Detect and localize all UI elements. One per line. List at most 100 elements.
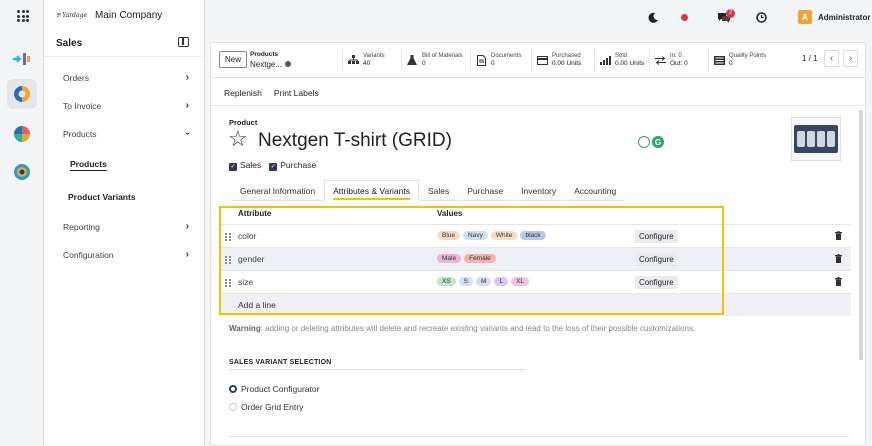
breadcrumb-parent[interactable]: Products	[250, 51, 278, 58]
chat-icon[interactable]: 2	[717, 9, 735, 25]
app-discuss-icon[interactable]	[7, 44, 37, 74]
print-labels-button[interactable]: Print Labels	[274, 88, 319, 98]
attribute-name[interactable]: color	[238, 231, 256, 241]
action-bar: Replenish Print Labels	[224, 88, 319, 98]
clock-icon[interactable]	[756, 12, 767, 23]
sidebar-toggle-icon[interactable]	[178, 37, 189, 47]
menu-item-label: Orders	[63, 72, 89, 83]
chevron-right-icon: ›	[185, 72, 189, 83]
company-switcher[interactable]: 𝔅 Yardage Main Company	[56, 10, 162, 21]
flask-icon	[406, 55, 418, 65]
divider	[211, 105, 867, 106]
pager-value[interactable]: 1 / 1	[802, 54, 818, 63]
trash-icon[interactable]	[835, 277, 842, 286]
divider	[229, 436, 849, 437]
menu-item-to-invoice[interactable]: To Invoice ›	[63, 100, 189, 111]
menu-item-reporting[interactable]: Reporting ›	[63, 221, 189, 232]
app-sales-icon[interactable]	[7, 79, 37, 109]
value-tags[interactable]: Male Female	[437, 254, 496, 263]
configure-button[interactable]: Configure	[635, 230, 678, 243]
menu-item-orders[interactable]: Orders ›	[63, 72, 189, 83]
bar-chart-icon	[599, 55, 611, 65]
tab-attributes-variants[interactable]: Attributes & Variants	[324, 180, 419, 201]
tab-sales[interactable]: Sales	[418, 180, 459, 201]
stat-button-documents[interactable]: Documents 0	[470, 49, 530, 71]
section-title: SALES VARIANT SELECTION	[229, 359, 332, 366]
drag-handle-icon[interactable]	[225, 233, 231, 241]
attribute-name[interactable]: size	[238, 277, 253, 287]
new-button[interactable]: New	[219, 51, 248, 68]
stat-value: 40	[363, 60, 371, 67]
stat-button-in-out[interactable]: In: 0 Out: 0	[649, 49, 707, 71]
radio-order-grid-entry[interactable]: Order Grid Entry	[229, 402, 303, 412]
drag-handle-icon[interactable]	[225, 256, 231, 264]
tab-purchase[interactable]: Purchase	[458, 180, 513, 201]
radio-label: Product Configurator	[241, 384, 320, 394]
column-header-attribute[interactable]: Attribute	[238, 209, 271, 218]
chevron-right-icon: ›	[185, 249, 189, 260]
menu-item-configuration[interactable]: Configuration ›	[63, 249, 189, 260]
dark-mode-moon-icon[interactable]	[648, 12, 659, 23]
apps-grid-icon[interactable]	[17, 10, 29, 22]
stat-button-variants[interactable]: Variants 40	[342, 49, 400, 71]
stat-button-bom[interactable]: Bill of Materials 0	[401, 49, 469, 71]
table-row[interactable]: gender Male Female Configure	[219, 247, 851, 270]
value-tag: White	[490, 231, 518, 240]
menu-item-label: Reporting	[63, 221, 100, 232]
grammar-check-icon[interactable]: G	[652, 136, 664, 148]
pager-previous-button[interactable]: ‹	[824, 50, 839, 67]
app-inventory-icon[interactable]	[7, 119, 37, 149]
radio-product-configurator[interactable]: Product Configurator	[229, 384, 319, 394]
divider	[211, 77, 867, 78]
app-settings-icon[interactable]	[7, 157, 37, 187]
table-row[interactable]: size XS S M L XL Configure	[219, 270, 851, 293]
favorite-star-icon[interactable]: ☆	[228, 126, 248, 152]
menu-section-title: Sales	[56, 38, 83, 49]
value-tags[interactable]: Blue Navy White black	[437, 231, 546, 240]
list-icon	[713, 55, 725, 65]
replenish-button[interactable]: Replenish	[224, 88, 262, 98]
configure-button[interactable]: Configure	[635, 276, 678, 289]
tab-accounting[interactable]: Accounting	[565, 180, 626, 201]
radio-unselected-icon	[229, 403, 237, 411]
document-icon	[475, 54, 487, 66]
trash-icon[interactable]	[835, 254, 842, 263]
purchase-checkbox[interactable]: ✓ Purchase	[269, 160, 316, 171]
app-rail	[0, 0, 44, 446]
product-name-field[interactable]: Nextgen T-shirt (GRID)	[258, 130, 452, 152]
configure-button[interactable]: Configure	[635, 253, 678, 266]
status-dot-icon[interactable]	[681, 14, 688, 21]
user-menu[interactable]: A Administrator	[798, 10, 870, 24]
stat-label: Documents	[491, 53, 522, 59]
drag-handle-icon[interactable]	[225, 279, 231, 287]
form-tabs: General Information Attributes & Variant…	[231, 180, 626, 201]
scrollbar[interactable]	[859, 110, 863, 360]
attribute-name[interactable]: gender	[238, 254, 264, 264]
sales-checkbox[interactable]: ✓ Sales	[229, 160, 261, 171]
add-line-row[interactable]: Add a line	[219, 293, 851, 316]
pager-next-button[interactable]: ›	[843, 50, 858, 67]
lightbulb-icon[interactable]	[638, 136, 650, 148]
column-header-values[interactable]: Values	[437, 209, 462, 218]
menu-subitem-products[interactable]: Products	[70, 159, 107, 169]
stat-value: Out: 0	[670, 60, 688, 67]
value-tag: Blue	[437, 231, 461, 240]
gear-icon[interactable]	[285, 61, 291, 67]
stat-button-sold[interactable]: Sold 0.00 Units	[594, 49, 648, 71]
trash-icon[interactable]	[835, 231, 842, 240]
radio-label: Order Grid Entry	[241, 402, 304, 412]
menu-item-products[interactable]: Products ›	[63, 128, 193, 139]
product-image[interactable]	[791, 117, 841, 161]
add-line-link[interactable]: Add a line	[238, 300, 276, 310]
chat-badge: 2	[726, 9, 735, 18]
stat-button-quality-points[interactable]: Quality Points 0	[708, 49, 780, 71]
tab-inventory[interactable]: Inventory	[512, 180, 566, 201]
stat-label: In: 0	[670, 53, 682, 59]
menu-subitem-product-variants[interactable]: Product Variants	[68, 192, 136, 202]
value-tags[interactable]: XS S M L XL	[437, 277, 530, 286]
tab-general-information[interactable]: General Information	[231, 180, 325, 201]
chevron-right-icon: ›	[185, 100, 189, 111]
value-tag: Navy	[463, 231, 488, 240]
table-row[interactable]: color Blue Navy White black Configure	[219, 224, 851, 247]
stat-button-purchased[interactable]: Purchased 0.00 Units	[531, 49, 593, 71]
